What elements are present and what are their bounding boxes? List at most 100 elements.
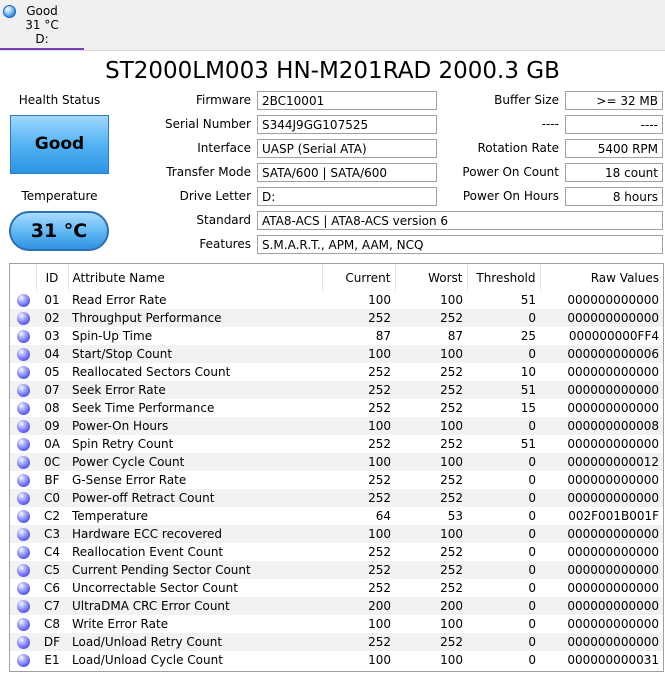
blue-circle-icon bbox=[16, 582, 30, 595]
buffer-size-field: >= 32 MB bbox=[565, 91, 663, 110]
id-cell: C0 bbox=[36, 489, 68, 507]
id-cell: 05 bbox=[44, 365, 60, 379]
table-row[interactable]: 04 Start/Stop Count 100 100 0 000000000006 bbox=[10, 345, 663, 363]
worst-cell: 200 bbox=[395, 597, 467, 615]
table-row[interactable]: C7 UltraDMA CRC Error Count 200 200 0 0000000… bbox=[10, 597, 663, 615]
smart-attribute-table[interactable]: ID Attribute Name Current Worst Threshol… bbox=[9, 263, 664, 672]
status-cell bbox=[10, 399, 36, 417]
table-row[interactable]: C5 Current Pending Sector Count 252 252 0 000… bbox=[10, 561, 663, 579]
power-on-hours-field: 8 hours bbox=[565, 187, 663, 206]
interface-label: Interface bbox=[197, 141, 251, 155]
table-row[interactable]: C2 Temperature 64 53 0 002F001B001F bbox=[10, 507, 663, 525]
table-row[interactable]: 0A Spin Retry Count 252 252 51 000000000000 bbox=[10, 435, 663, 453]
attribute-name-cell: Write Error Rate bbox=[72, 617, 169, 631]
current-cell: 100 bbox=[368, 653, 391, 667]
worst-cell: 252 bbox=[440, 365, 463, 379]
table-row[interactable]: 02 Throughput Performance 252 252 0 000000000… bbox=[10, 309, 663, 327]
id-cell: C5 bbox=[36, 561, 68, 579]
worst-cell: 100 bbox=[395, 453, 467, 471]
id-cell: C4 bbox=[43, 545, 60, 559]
current-cell: 100 bbox=[322, 525, 395, 543]
threshold-cell: 0 bbox=[528, 617, 536, 631]
table-row[interactable]: C6 Uncorrectable Sector Count 252 252 0 00000… bbox=[10, 579, 663, 597]
raw-values-cell: 000000000000 bbox=[567, 473, 659, 487]
current-cell: 100 bbox=[322, 417, 395, 435]
current-cell: 252 bbox=[368, 473, 391, 487]
id-cell: 03 bbox=[44, 329, 60, 343]
attribute-name-cell: Seek Error Rate bbox=[68, 381, 322, 399]
id-cell: BF bbox=[44, 473, 60, 487]
id-cell: 0A bbox=[44, 437, 60, 451]
table-row[interactable]: 01 Read Error Rate 100 100 51 000000000000 bbox=[10, 291, 663, 309]
attribute-name-cell: Spin-Up Time bbox=[72, 329, 153, 343]
disk-tab-d[interactable]: Good 31 °C D: bbox=[0, 0, 84, 50]
attribute-name-cell: Power-off Retract Count bbox=[68, 489, 322, 507]
id-cell: 08 bbox=[44, 401, 60, 415]
serial-number-label: Serial Number bbox=[165, 117, 251, 131]
worst-column-header[interactable]: Worst bbox=[394, 264, 467, 291]
blue-circle-icon bbox=[16, 618, 30, 631]
id-column-header[interactable]: ID bbox=[35, 264, 68, 291]
status-column-header[interactable] bbox=[10, 264, 36, 291]
temperature-button[interactable]: 31 °C bbox=[9, 211, 109, 251]
table-row[interactable]: 07 Seek Error Rate 252 252 51 000000000000 bbox=[10, 381, 663, 399]
temperature-label: Temperature bbox=[21, 189, 98, 203]
threshold-column-header[interactable]: Threshold bbox=[466, 264, 540, 291]
health-status-button[interactable]: Good bbox=[10, 115, 109, 174]
table-row[interactable]: C0 Power-off Retract Count 252 252 0 00000000… bbox=[10, 489, 663, 507]
status-cell bbox=[10, 543, 36, 561]
threshold-cell: 0 bbox=[528, 581, 536, 595]
current-cell: 252 bbox=[322, 489, 395, 507]
features-field: S.M.A.R.T., APM, AAM, NCQ bbox=[257, 235, 663, 254]
threshold-cell: 10 bbox=[520, 365, 536, 379]
table-row[interactable]: E1 Load/Unload Cycle Count 100 100 0 00000000… bbox=[10, 651, 663, 669]
status-cell bbox=[10, 453, 36, 471]
threshold-cell: 0 bbox=[467, 489, 540, 507]
id-cell: E1 bbox=[44, 653, 60, 667]
table-row[interactable]: C8 Write Error Rate 100 100 0 000000000000 bbox=[10, 615, 663, 633]
raw-values-cell: 000000000000 bbox=[540, 489, 663, 507]
raw-values-cell: 000000000031 bbox=[567, 653, 659, 667]
current-column-header[interactable]: Current bbox=[321, 264, 395, 291]
features-label: Features bbox=[199, 237, 251, 251]
disk-tab-status: Good bbox=[26, 4, 58, 18]
current-cell: 87 bbox=[375, 329, 391, 343]
current-cell: 100 bbox=[368, 293, 391, 307]
table-row[interactable]: C4 Reallocation Event Count 252 252 0 0000000… bbox=[10, 543, 663, 561]
status-cell bbox=[10, 345, 36, 363]
status-cell bbox=[10, 651, 36, 669]
table-row[interactable]: C3 Hardware ECC recovered 100 100 0 000000000… bbox=[10, 525, 663, 543]
worst-cell: 252 bbox=[440, 581, 463, 595]
threshold-cell: 0 bbox=[528, 473, 536, 487]
worst-cell: 100 bbox=[440, 293, 463, 307]
attribute-name-column-header[interactable]: Attribute Name bbox=[67, 264, 322, 291]
blue-circle-icon bbox=[16, 528, 30, 541]
buffer-size-label: Buffer Size bbox=[494, 93, 559, 107]
raw-values-cell: 000000000000 bbox=[567, 581, 659, 595]
firmware-field: 2BC10001 bbox=[257, 91, 437, 110]
table-row[interactable]: DF Load/Unload Retry Count 252 252 0 00000000… bbox=[10, 633, 663, 651]
table-row[interactable]: 08 Seek Time Performance 252 252 15 000000000… bbox=[10, 399, 663, 417]
blue-circle-icon bbox=[16, 546, 30, 559]
table-row[interactable]: 03 Spin-Up Time 87 87 25 000000000FF4 bbox=[10, 327, 663, 345]
threshold-cell: 0 bbox=[528, 545, 536, 559]
table-row[interactable]: BF G-Sense Error Rate 252 252 0 000000000000 bbox=[10, 471, 663, 489]
blue-circle-icon bbox=[16, 510, 30, 523]
raw-values-column-header[interactable]: Raw Values bbox=[539, 264, 663, 291]
threshold-cell: 15 bbox=[520, 401, 536, 415]
status-cell bbox=[10, 381, 36, 399]
attribute-name-cell: Start/Stop Count bbox=[68, 345, 322, 363]
drive-letter-label: Drive Letter bbox=[179, 189, 251, 203]
worst-cell: 100 bbox=[440, 653, 463, 667]
attribute-name-cell: Reallocation Event Count bbox=[72, 545, 224, 559]
current-cell: 252 bbox=[368, 581, 391, 595]
raw-values-cell: 000000000000 bbox=[540, 633, 663, 651]
raw-values-cell: 000000000000 bbox=[567, 401, 659, 415]
table-row[interactable]: 05 Reallocated Sectors Count 252 252 10 00000… bbox=[10, 363, 663, 381]
threshold-cell: 25 bbox=[520, 329, 536, 343]
id-cell: 07 bbox=[36, 381, 68, 399]
table-row[interactable]: 09 Power-On Hours 100 100 0 000000000008 bbox=[10, 417, 663, 435]
current-cell: 252 bbox=[322, 381, 395, 399]
blue-circle-icon bbox=[16, 456, 30, 469]
table-row[interactable]: 0C Power Cycle Count 100 100 0 000000000012 bbox=[10, 453, 663, 471]
